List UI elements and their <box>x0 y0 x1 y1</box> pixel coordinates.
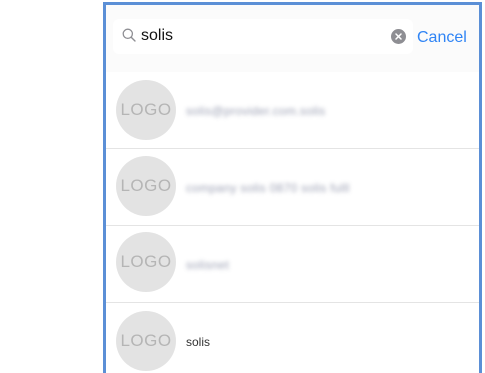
screenshot-frame: Cancel LOGO solis@provider.com.solis LOG… <box>103 2 482 373</box>
logo-avatar: LOGO <box>116 311 176 371</box>
result-name: solis@provider.com.solis <box>186 104 326 118</box>
result-row[interactable]: LOGO company solis 0870 solis fulll <box>106 149 479 226</box>
search-icon <box>122 28 136 42</box>
search-input[interactable] <box>141 26 381 46</box>
page: Cancel LOGO solis@provider.com.solis LOG… <box>0 0 485 373</box>
logo-avatar: LOGO <box>116 232 176 292</box>
result-name: solisnet <box>186 258 230 272</box>
clear-search-icon[interactable] <box>391 29 406 44</box>
result-name: company solis 0870 solis fulll <box>186 181 350 195</box>
logo-avatar: LOGO <box>116 156 176 216</box>
result-row[interactable]: LOGO solis@provider.com.solis <box>106 72 479 149</box>
result-row[interactable]: LOGO solis <box>106 303 479 373</box>
cancel-button[interactable]: Cancel <box>417 28 467 48</box>
search-header: Cancel <box>106 5 479 74</box>
logo-avatar: LOGO <box>116 80 176 140</box>
close-icon <box>395 33 402 40</box>
search-results-list: LOGO solis@provider.com.solis LOGO compa… <box>106 72 479 373</box>
result-row[interactable]: LOGO solisnet <box>106 226 479 303</box>
search-bar[interactable] <box>113 19 413 54</box>
result-name: solis <box>186 335 211 349</box>
